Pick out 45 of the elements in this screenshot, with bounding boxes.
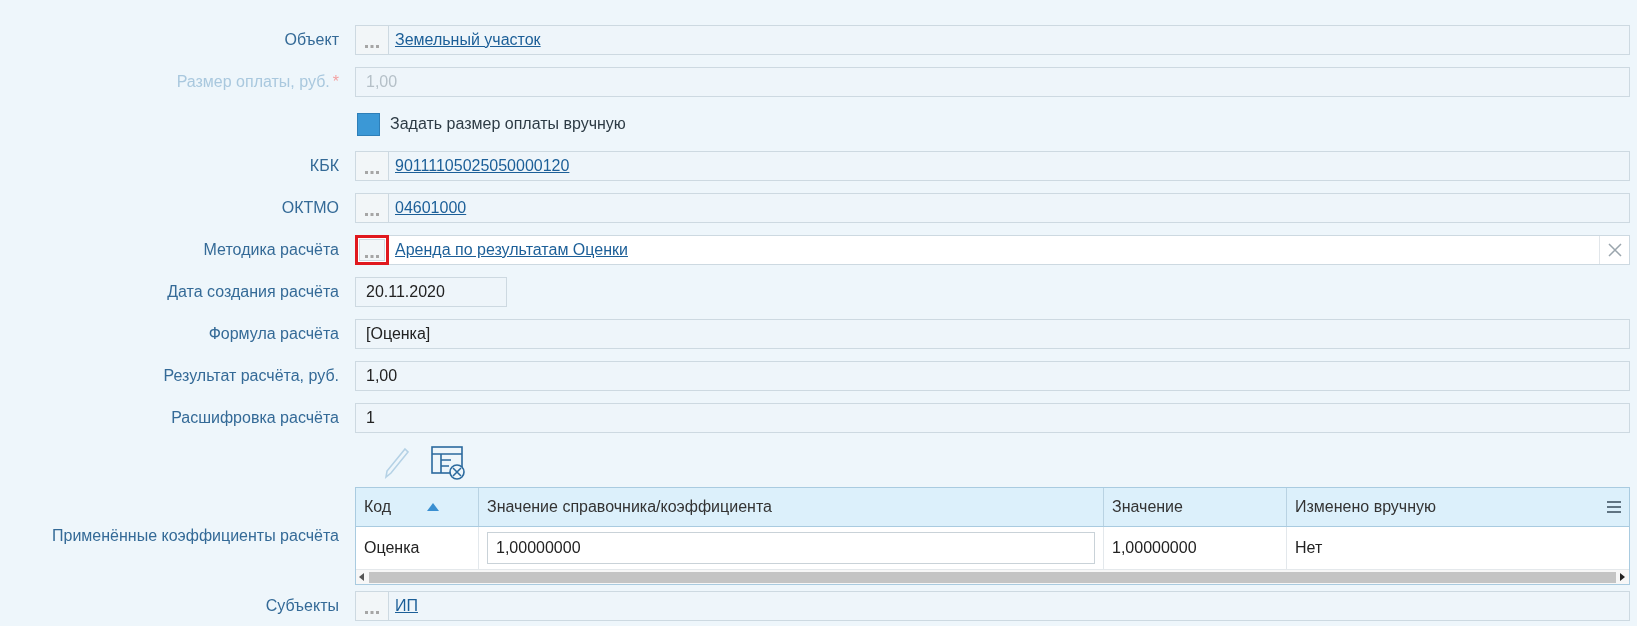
field-label: Расшифровка расчёта (170, 409, 340, 427)
field-label: Размер оплаты, руб. * (175, 73, 340, 91)
input-field[interactable]: [Оценка] (355, 319, 1630, 349)
lookup-field[interactable]: 04601000 (355, 193, 1630, 223)
lookup-field[interactable]: 90111105025050000120 (355, 151, 1630, 181)
dots-icon (365, 255, 379, 259)
checkbox-label: Задать размер оплаты вручную (390, 115, 626, 133)
lookup-field[interactable]: Земельный участок (355, 25, 1630, 55)
field-label: Дата создания расчёта (166, 283, 340, 301)
field-label: Методика расчёта (202, 241, 340, 259)
lookup-field[interactable]: ИП (355, 591, 1630, 621)
scroll-left-icon[interactable] (359, 573, 365, 581)
input-field[interactable]: 1,00000000 (487, 532, 1095, 564)
scroll-right-icon[interactable] (1620, 573, 1626, 581)
checkbox[interactable] (357, 112, 380, 136)
table-settings-icon[interactable] (431, 446, 467, 480)
dots-icon (365, 45, 379, 49)
field-label: Субъекты (264, 597, 340, 615)
value-link[interactable]: 04601000 (395, 199, 467, 217)
input-field[interactable]: 1,00 (355, 361, 1630, 391)
column-header[interactable]: Значение (1104, 488, 1287, 526)
column-header[interactable]: Код (356, 488, 479, 526)
sort-ascending-icon[interactable] (427, 503, 440, 511)
field-label: ОКТМО (280, 199, 340, 217)
dots-icon (365, 213, 379, 217)
field-label: КБК (308, 157, 340, 175)
dots-icon (365, 171, 379, 175)
browse-button[interactable] (355, 235, 389, 265)
table-cell-text: Нет (1294, 538, 1324, 558)
field-label: Объект (283, 31, 340, 49)
input-field[interactable]: 20.11.2020 (355, 277, 507, 307)
field-label: Формула расчёта (207, 325, 340, 343)
lookup-field[interactable]: Аренда по результатам Оценки (355, 235, 1630, 265)
value-link[interactable]: 90111105025050000120 (395, 157, 570, 175)
dots-icon (365, 611, 379, 615)
field-label: Применённые коэффициенты расчёта (51, 527, 340, 545)
value-link[interactable]: Аренда по результатам Оценки (395, 241, 628, 259)
column-header[interactable]: Значение справочника/коэффициента (479, 488, 1104, 526)
menu-icon[interactable] (1607, 500, 1621, 514)
value-link[interactable]: Земельный участок (395, 31, 541, 49)
column-header[interactable]: Изменено вручную (1287, 488, 1629, 526)
input-field[interactable]: 1 (355, 403, 1630, 433)
scrollbar[interactable] (356, 569, 1629, 584)
field-label: Результат расчёта, руб. (162, 367, 340, 385)
value-link[interactable]: ИП (395, 597, 418, 615)
